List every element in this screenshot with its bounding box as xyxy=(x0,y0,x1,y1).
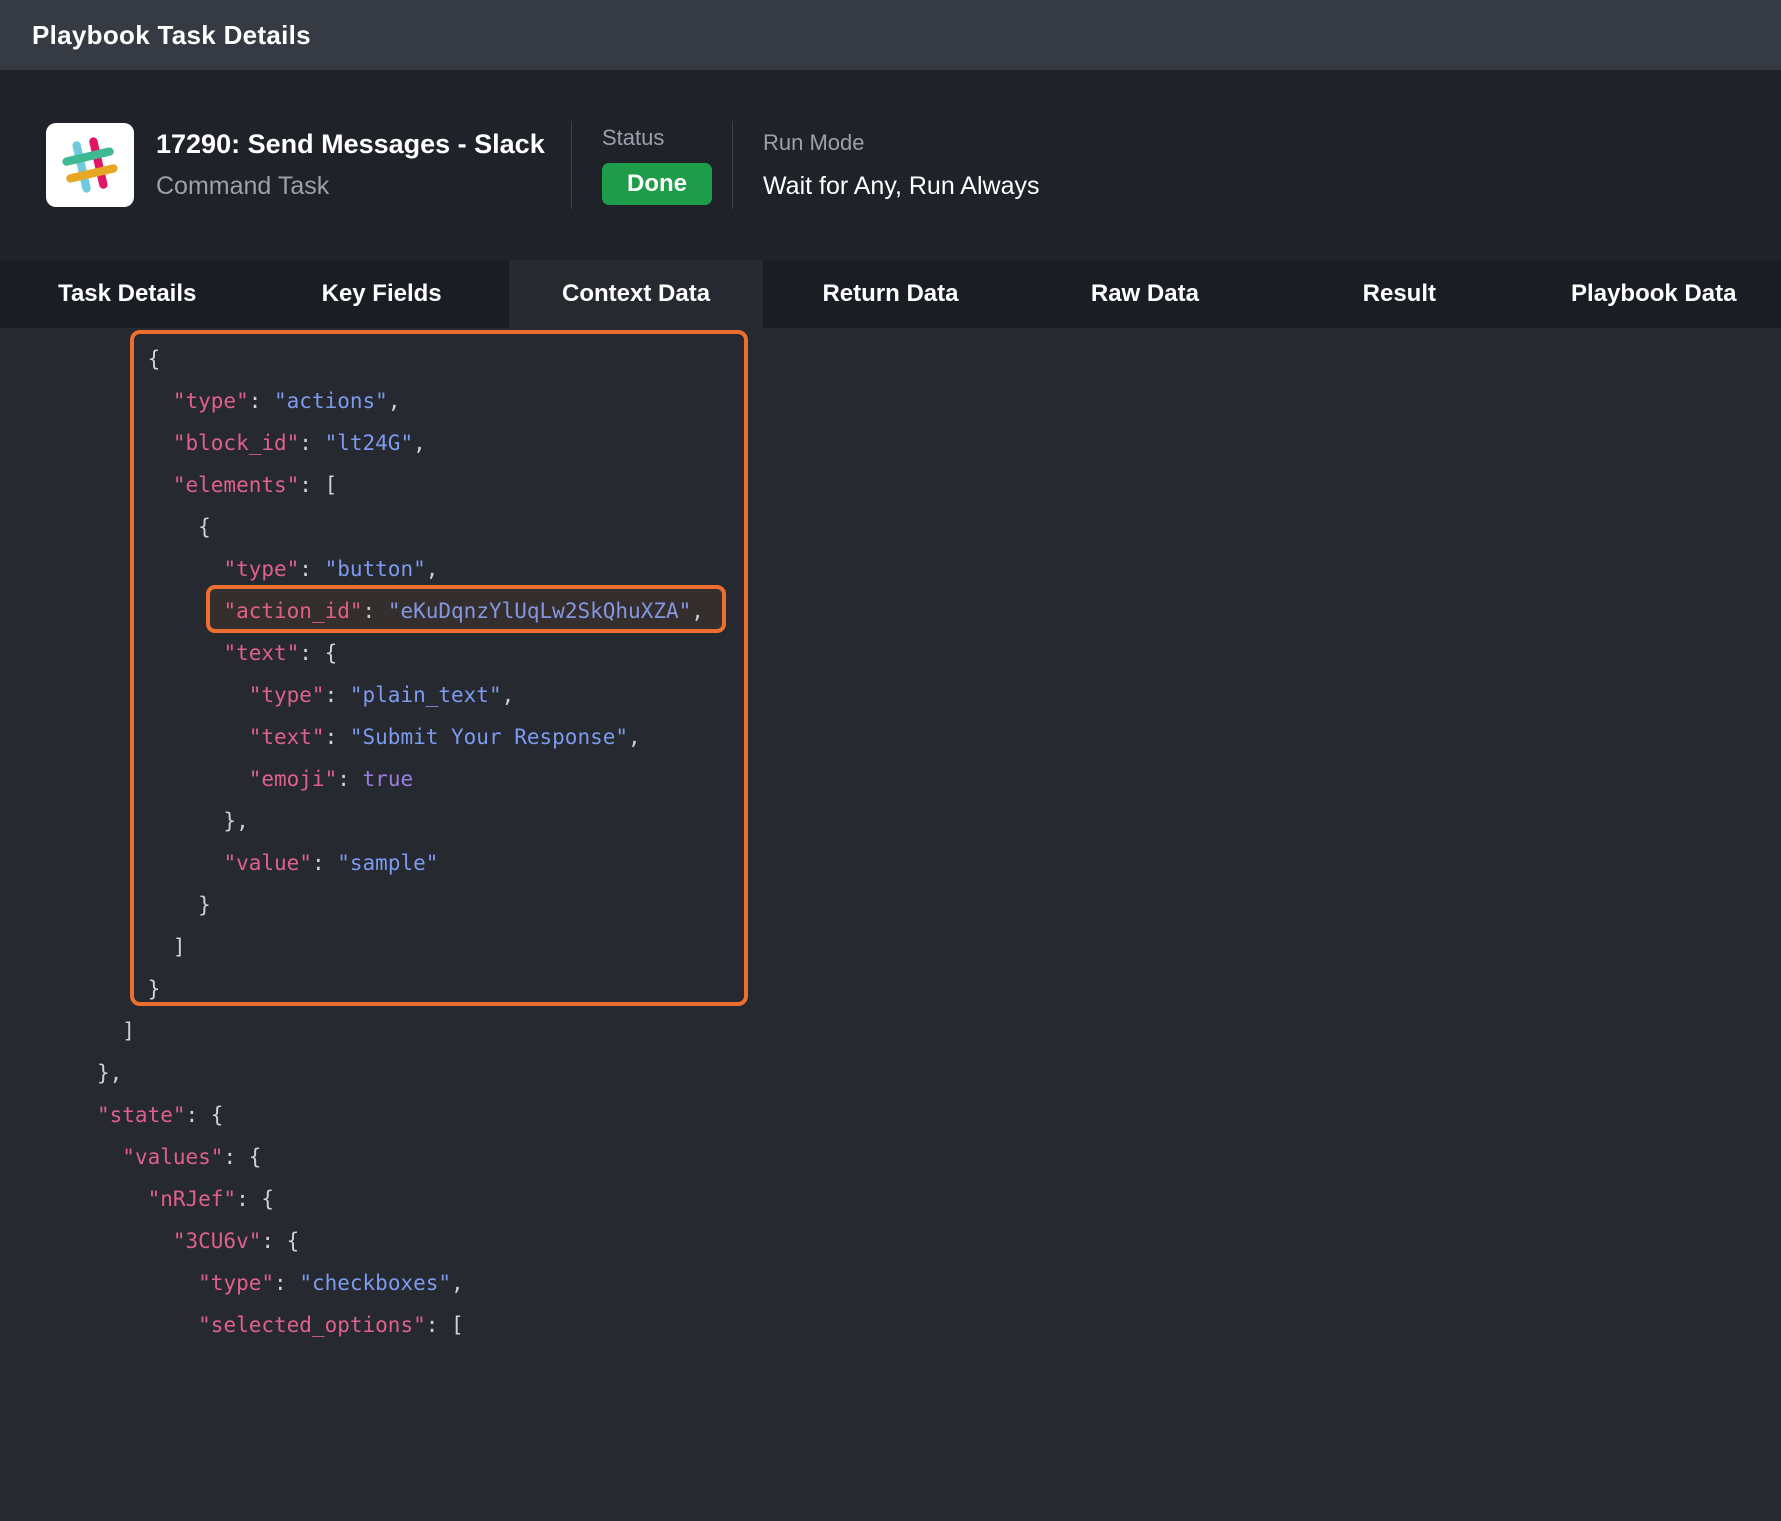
tab-result[interactable]: Result xyxy=(1272,260,1526,328)
code-line: }, xyxy=(0,800,1781,842)
code-line: "emoji": true xyxy=(0,758,1781,800)
code-line: { xyxy=(0,506,1781,548)
code-line: "3CU6v": { xyxy=(0,1220,1781,1262)
task-title-block: 17290: Send Messages - Slack Command Tas… xyxy=(156,129,571,201)
run-mode-block: Run Mode Wait for Any, Run Always xyxy=(763,130,1040,201)
code-line: "text": "Submit Your Response", xyxy=(0,716,1781,758)
tab-task-details[interactable]: Task Details xyxy=(0,260,254,328)
tab-playbook-data[interactable]: Playbook Data xyxy=(1527,260,1781,328)
code-lines: { "type": "actions", "block_id": "lt24G"… xyxy=(0,328,1781,1346)
code-line: "values": { xyxy=(0,1136,1781,1178)
code-line: "type": "button", xyxy=(0,548,1781,590)
run-mode-label: Run Mode xyxy=(763,130,1040,156)
page-title: Playbook Task Details xyxy=(32,20,311,51)
code-line: "block_id": "lt24G", xyxy=(0,422,1781,464)
code-line: } xyxy=(0,968,1781,1010)
tab-context-data[interactable]: Context Data xyxy=(509,260,763,328)
header-divider xyxy=(571,121,572,209)
code-line: "text": { xyxy=(0,632,1781,674)
code-line: "type": "plain_text", xyxy=(0,674,1781,716)
code-line: ] xyxy=(0,1010,1781,1052)
task-title: 17290: Send Messages - Slack xyxy=(156,129,571,160)
status-badge: Done xyxy=(602,163,712,205)
code-line: "state": { xyxy=(0,1094,1781,1136)
code-line: "nRJef": { xyxy=(0,1178,1781,1220)
tab-key-fields[interactable]: Key Fields xyxy=(254,260,508,328)
code-line: } xyxy=(0,884,1781,926)
tab-bar: Task DetailsKey FieldsContext DataReturn… xyxy=(0,260,1781,328)
tab-return-data[interactable]: Return Data xyxy=(763,260,1017,328)
task-type: Command Task xyxy=(156,172,571,201)
code-line: }, xyxy=(0,1052,1781,1094)
status-label: Status xyxy=(602,125,704,151)
header-divider xyxy=(732,121,733,209)
code-viewer[interactable]: { "type": "actions", "block_id": "lt24G"… xyxy=(0,328,1781,1521)
code-line: "type": "actions", xyxy=(0,380,1781,422)
code-line: ] xyxy=(0,926,1781,968)
slack-icon xyxy=(46,123,134,207)
playbook-task-details-window: Playbook Task Details 17290: Send Messag… xyxy=(0,0,1781,1521)
code-line: "selected_options": [ xyxy=(0,1304,1781,1346)
run-mode-value: Wait for Any, Run Always xyxy=(763,172,1040,201)
topbar: Playbook Task Details xyxy=(0,0,1781,70)
status-block: Status Done xyxy=(602,125,704,205)
code-line: "elements": [ xyxy=(0,464,1781,506)
code-line: "action_id": "eKuDqnzYlUqLw2SkQhuXZA", xyxy=(0,590,1781,632)
code-line: "type": "checkboxes", xyxy=(0,1262,1781,1304)
code-line: { xyxy=(0,338,1781,380)
tab-raw-data[interactable]: Raw Data xyxy=(1018,260,1272,328)
task-header: 17290: Send Messages - Slack Command Tas… xyxy=(0,70,1781,260)
code-line: "value": "sample" xyxy=(0,842,1781,884)
